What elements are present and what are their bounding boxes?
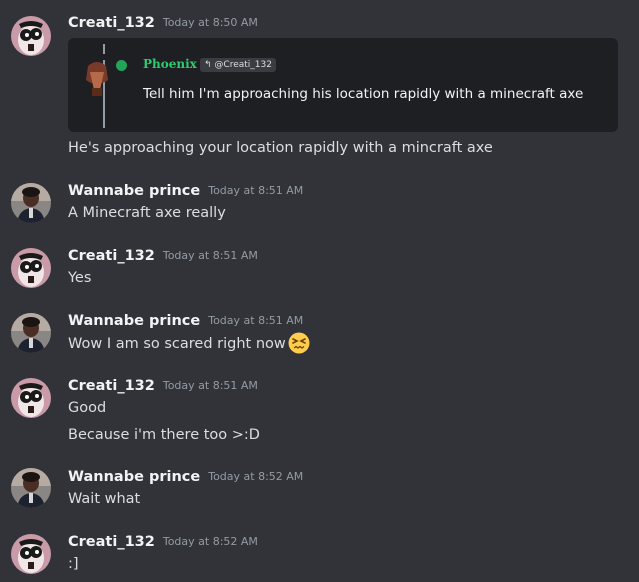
username[interactable]: Wannabe prince bbox=[68, 313, 200, 329]
message-timestamp: Today at 8:50 AM bbox=[162, 16, 258, 29]
embed-author-avatar bbox=[82, 58, 112, 98]
message-text: Wait what bbox=[68, 491, 141, 507]
message-timestamp: Today at 8:51 AM bbox=[208, 184, 304, 197]
user-avatar-creati[interactable] bbox=[11, 16, 51, 56]
username[interactable]: Creati_132 bbox=[68, 15, 155, 31]
username[interactable]: Creati_132 bbox=[68, 534, 155, 550]
message-author[interactable]: Creati_132 Today at 8:51 AM bbox=[68, 248, 258, 264]
message-author[interactable]: Creati_132 Today at 8:50 AM bbox=[68, 15, 258, 31]
user-avatar-wannabe[interactable] bbox=[11, 313, 51, 353]
user-avatar-creati[interactable] bbox=[11, 534, 51, 574]
user-avatar-wannabe[interactable] bbox=[11, 183, 51, 223]
message-author[interactable]: Wannabe prince Today at 8:52 AM bbox=[68, 469, 303, 485]
message-text: Wow I am so scared right now bbox=[68, 336, 286, 352]
message-text: A Minecraft axe really bbox=[68, 205, 226, 221]
user-avatar-wannabe[interactable] bbox=[11, 468, 51, 508]
online-status-dot bbox=[116, 60, 127, 71]
message-timestamp: Today at 8:51 AM bbox=[162, 379, 258, 392]
reply-mention-tag[interactable]: ↰ @Creati_132 bbox=[200, 58, 276, 72]
message-timestamp: Today at 8:52 AM bbox=[162, 535, 258, 548]
reply-icon: ↰ bbox=[204, 60, 212, 70]
persevering-face-emoji[interactable] bbox=[288, 332, 310, 354]
username[interactable]: Creati_132 bbox=[68, 378, 155, 394]
message-text: Good bbox=[68, 400, 107, 416]
message-author[interactable]: Wannabe prince Today at 8:51 AM bbox=[68, 183, 303, 199]
reply-mention-text: @Creati_132 bbox=[214, 60, 272, 70]
user-avatar-creati[interactable] bbox=[11, 248, 51, 288]
message-timestamp: Today at 8:51 AM bbox=[162, 249, 258, 262]
username[interactable]: Wannabe prince bbox=[68, 469, 200, 485]
message-text: :] bbox=[68, 556, 79, 572]
reply-embed: Phoenix ↰ @Creati_132 Tell him I'm appro… bbox=[68, 38, 618, 132]
message-text: Because i'm there too >:D bbox=[68, 427, 260, 443]
message-text-row: Wow I am so scared right now bbox=[68, 332, 310, 355]
message-text: Yes bbox=[68, 270, 92, 286]
message-author[interactable]: Creati_132 Today at 8:51 AM bbox=[68, 378, 258, 394]
message-author[interactable]: Wannabe prince Today at 8:51 AM bbox=[68, 313, 303, 329]
message-author[interactable]: Creati_132 Today at 8:52 AM bbox=[68, 534, 258, 550]
message-text: He's approaching your location rapidly w… bbox=[68, 140, 493, 156]
message-timestamp: Today at 8:51 AM bbox=[208, 314, 304, 327]
username[interactable]: Creati_132 bbox=[68, 248, 155, 264]
message-timestamp: Today at 8:52 AM bbox=[208, 470, 304, 483]
embed-author-name[interactable]: Phoenix bbox=[143, 57, 197, 71]
user-avatar-creati[interactable] bbox=[11, 378, 51, 418]
embed-text: Tell him I'm approaching his location ra… bbox=[143, 86, 584, 102]
username[interactable]: Wannabe prince bbox=[68, 183, 200, 199]
